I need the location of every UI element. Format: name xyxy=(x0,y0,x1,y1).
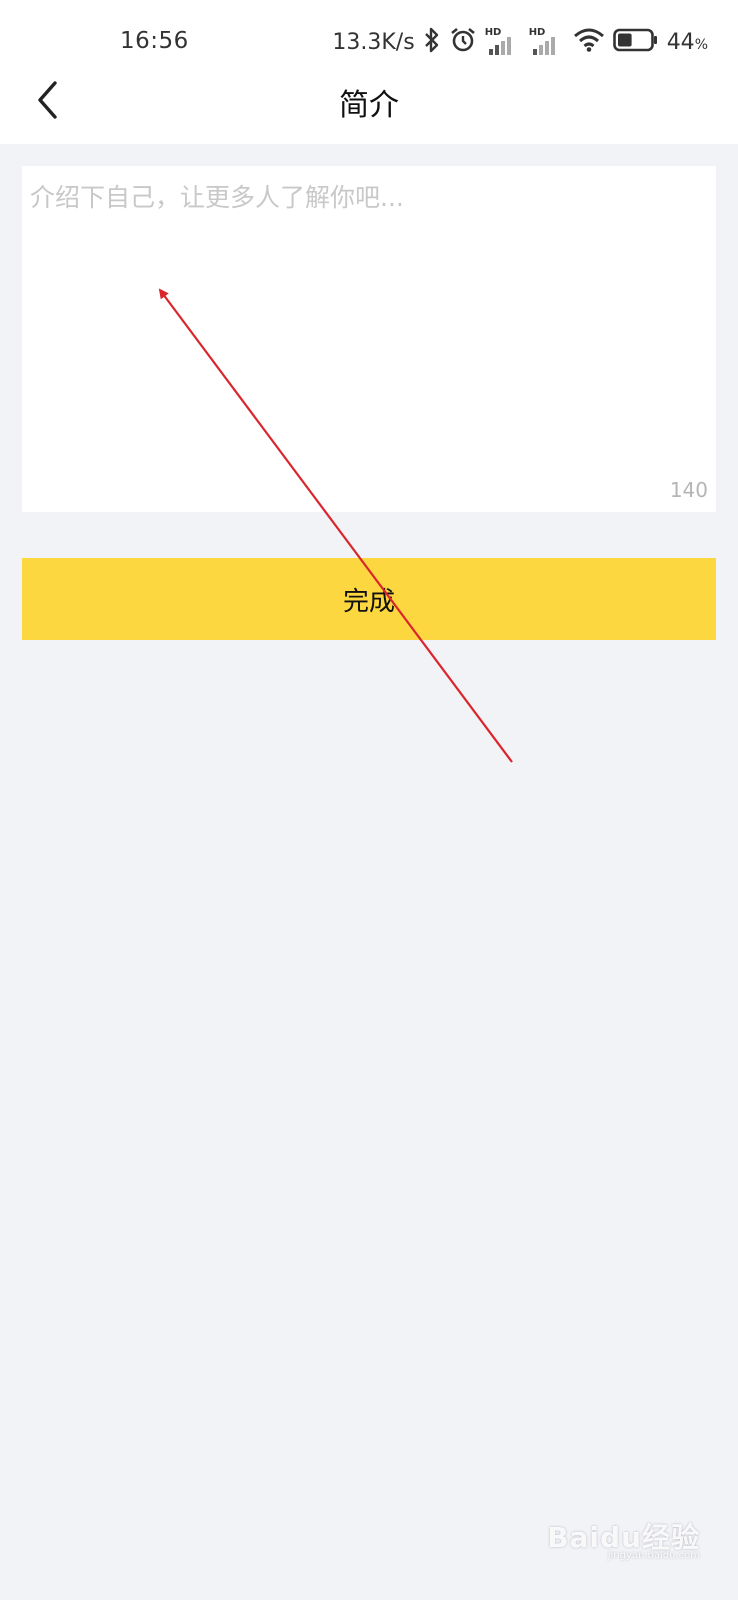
battery-percent: 44% xyxy=(666,29,708,55)
navigation-bar: 简介 xyxy=(0,62,738,144)
battery-icon xyxy=(612,27,659,57)
signal-hd-icon: HD xyxy=(485,27,521,55)
char-counter: 140 xyxy=(669,478,708,502)
status-indicators: 13.3K/s HD HD 44% xyxy=(332,24,708,60)
status-time: 16:56 xyxy=(120,28,189,54)
watermark-url: jingyan.baidu.com xyxy=(607,1550,700,1561)
page-title: 简介 xyxy=(339,88,399,123)
done-button[interactable]: 完成 xyxy=(22,558,716,640)
intro-input[interactable] xyxy=(22,166,716,466)
wifi-icon xyxy=(573,27,605,57)
intro-editor: 140 xyxy=(22,166,716,512)
baidu-watermark: Baidu经验 jingyan.baidu.com xyxy=(547,1516,700,1561)
alarm-icon xyxy=(449,26,477,58)
signal-hd-icon: HD xyxy=(529,27,565,55)
bluetooth-icon xyxy=(423,26,441,58)
network-speed: 13.3K/s xyxy=(332,29,415,55)
